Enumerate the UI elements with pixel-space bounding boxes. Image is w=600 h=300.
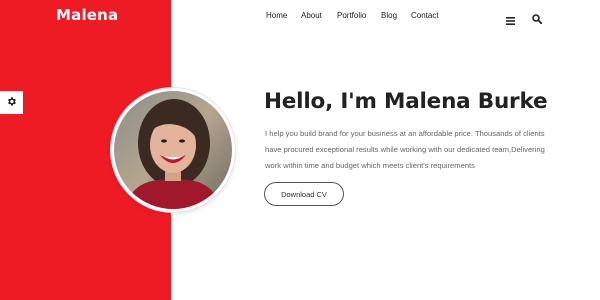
hero-bio: I help you build brand for your business…: [265, 126, 575, 174]
gear-icon: [6, 94, 17, 112]
nav-item-portfolio[interactable]: Portfolio: [337, 11, 366, 20]
hero-bio-line: I help you build brand for your business…: [265, 129, 545, 138]
nav-item-blog[interactable]: Blog: [381, 11, 397, 20]
nav-item-home[interactable]: Home: [266, 11, 287, 20]
hero-headline: Hello, I'm Malena Burke: [264, 89, 548, 114]
hero-bio-line: work within time and budget which meets …: [265, 161, 475, 170]
profile-avatar-frame: [111, 88, 235, 212]
hero-bio-line: have procured exceptional results while …: [265, 145, 545, 154]
search-icon[interactable]: [532, 11, 543, 29]
settings-toggle-button[interactable]: [0, 91, 23, 114]
nav-item-contact[interactable]: Contact: [411, 11, 439, 20]
profile-avatar: [114, 91, 232, 209]
hamburger-menu-icon[interactable]: [506, 12, 515, 30]
download-cv-button[interactable]: Download CV: [264, 182, 344, 206]
nav-item-about[interactable]: About: [301, 11, 322, 20]
